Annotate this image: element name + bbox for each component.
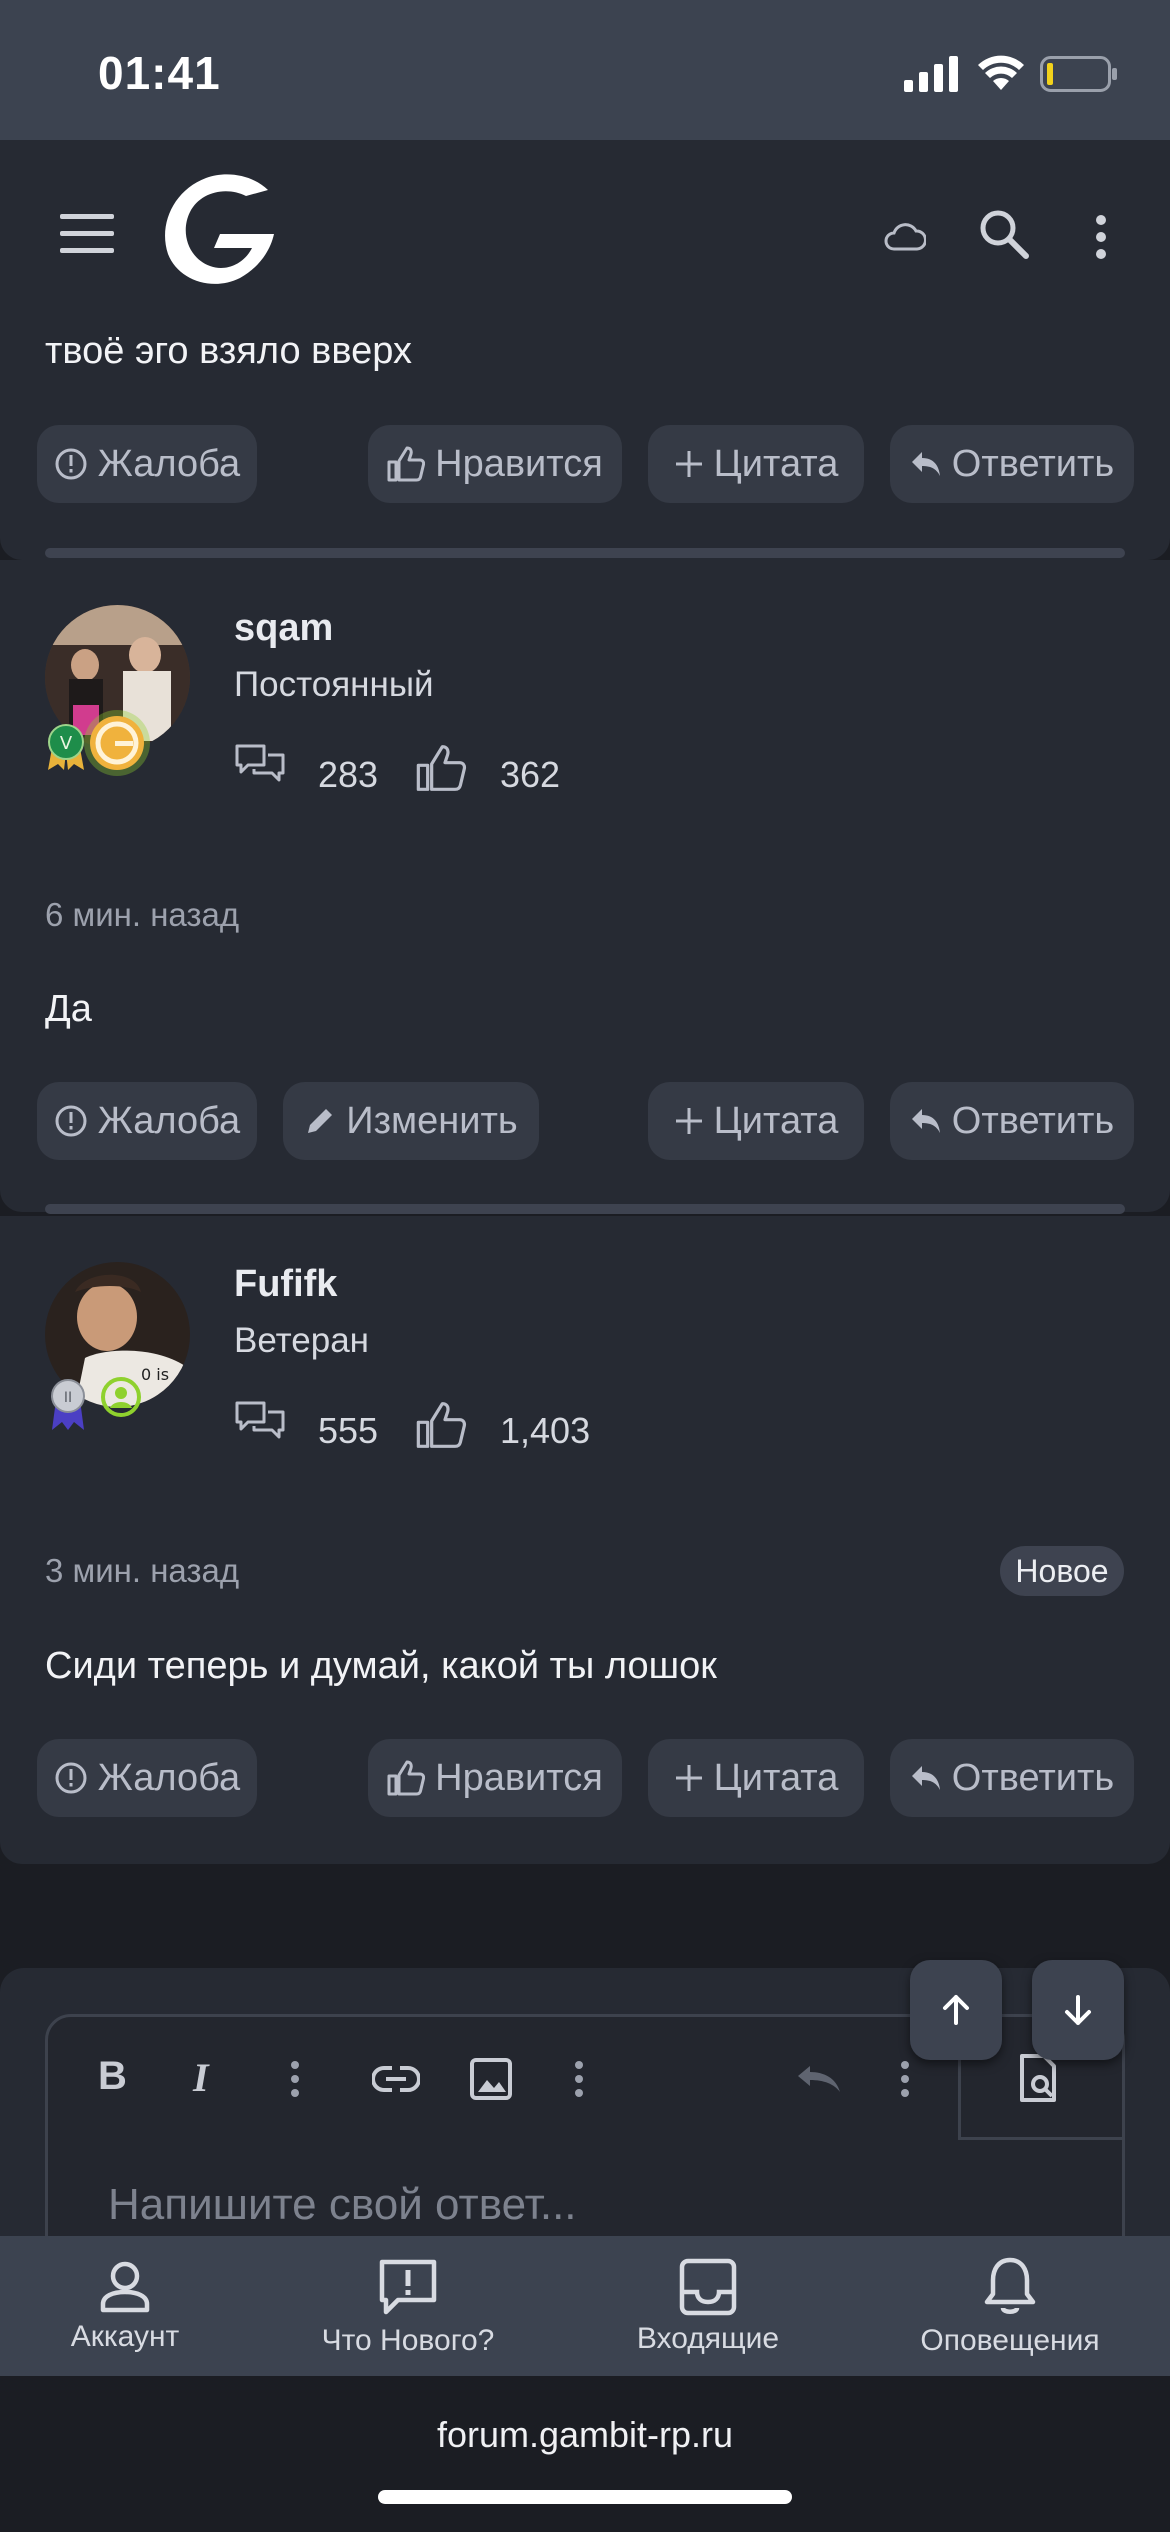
italic-icon[interactable]: I [193, 2054, 209, 2101]
like-label: Нравится [435, 442, 603, 485]
edit-button[interactable]: Изменить [283, 1082, 539, 1160]
quote-label: Цитата [713, 442, 839, 485]
scroll-up-button[interactable] [910, 1960, 1002, 2060]
reply-button[interactable]: Ответить [890, 1082, 1134, 1160]
reactions-icon [416, 745, 467, 791]
scroll-down-button[interactable] [1032, 1960, 1124, 2060]
plus-icon [675, 1108, 702, 1134]
report-button[interactable]: Жалоба [37, 1082, 257, 1160]
edit-label: Изменить [346, 1099, 518, 1142]
messages-count: 555 [318, 1410, 379, 1451]
thumbs-up-icon [387, 1760, 426, 1796]
arrow-up-icon [943, 1995, 969, 2025]
quote-button[interactable]: Цитата [648, 1082, 864, 1160]
report-label: Жалоба [97, 1099, 241, 1142]
gambit-badge-icon [84, 710, 150, 776]
plus-icon [675, 451, 702, 477]
reply-icon [911, 452, 940, 476]
quote-label: Цитата [713, 1756, 839, 1799]
nav-account-label: Аккаунт [70, 2320, 180, 2353]
reply-label: Ответить [951, 1099, 1115, 1142]
inbox-icon [679, 2258, 737, 2316]
signal-icon [904, 56, 958, 92]
whats-new-icon [379, 2259, 437, 2315]
reply-label: Ответить [951, 1756, 1115, 1799]
nav-account[interactable]: Аккаунт [45, 2236, 205, 2376]
reactions-icon [416, 1402, 467, 1448]
nav-inbox[interactable]: Входящие [618, 2236, 798, 2376]
svg-text:0 is: 0 is [141, 1365, 169, 1384]
like-label: Нравится [435, 1756, 603, 1799]
post-text: Да [45, 988, 92, 1030]
quote-button[interactable]: Цитата [648, 1739, 864, 1817]
report-label: Жалоба [97, 442, 241, 485]
reply-icon [911, 1766, 940, 1790]
user-rank: Постоянный [234, 665, 434, 704]
more-vertical-icon[interactable] [1094, 214, 1108, 260]
post-time[interactable]: 3 мин. назад [45, 1552, 239, 1590]
more-icon[interactable] [900, 2060, 910, 2098]
new-badge: Новое [1000, 1546, 1124, 1596]
username[interactable]: Fufifk [234, 1263, 337, 1306]
svg-text:V: V [60, 733, 73, 754]
report-button[interactable]: Жалоба [37, 1739, 257, 1817]
more-icon[interactable] [290, 2060, 300, 2098]
award-ribbon-icon: II [51, 1379, 85, 1430]
preview-icon[interactable] [1018, 2054, 1066, 2104]
image-icon[interactable] [470, 2058, 512, 2100]
reactions-count: 362 [500, 754, 561, 795]
report-button[interactable]: Жалоба [37, 425, 257, 503]
reply-input-placeholder[interactable]: Напишите свой ответ... [108, 2180, 577, 2230]
undo-icon[interactable] [794, 2064, 844, 2094]
url-text[interactable]: forum.gambit-rp.ru [0, 2414, 1170, 2456]
quote-label: Цитата [713, 1099, 839, 1142]
nav-whats-new[interactable]: Что Нового? [308, 2236, 508, 2376]
alert-circle-icon [55, 1762, 87, 1794]
link-icon[interactable] [372, 2064, 420, 2094]
messages-icon [235, 1401, 285, 1439]
reactions-count: 1,403 [500, 1410, 591, 1451]
post-text: Сиди теперь и думай, какой ты лошок [45, 1645, 717, 1687]
messages-icon [235, 744, 285, 782]
battery-icon [1040, 56, 1117, 92]
post-text: твоё эго взяло вверх [45, 330, 412, 372]
alert-circle-icon [55, 448, 87, 480]
status-time: 01:41 [98, 47, 221, 99]
post-divider [45, 1204, 1125, 1214]
username[interactable]: sqam [234, 607, 333, 650]
report-label: Жалоба [97, 1756, 241, 1799]
account-icon [100, 2261, 150, 2313]
menu-icon[interactable] [60, 212, 114, 256]
svg-text:II: II [64, 1390, 72, 1406]
gambit-logo[interactable] [156, 172, 280, 288]
nav-notifications[interactable]: Оповещения [900, 2236, 1120, 2376]
alert-circle-icon [55, 1105, 87, 1137]
thumbs-up-icon [387, 446, 426, 482]
bell-icon [984, 2257, 1036, 2314]
user-rank: Ветеран [234, 1321, 370, 1360]
reply-label: Ответить [951, 442, 1115, 485]
messages-count: 283 [318, 754, 379, 795]
nav-whats-new-label: Что Нового? [321, 2324, 495, 2357]
nav-notifications-label: Оповещения [920, 2324, 1100, 2357]
arrow-down-icon [1065, 1995, 1091, 2025]
search-icon[interactable] [978, 208, 1030, 260]
post-time[interactable]: 6 мин. назад [45, 896, 239, 934]
post-divider [45, 548, 1125, 558]
pencil-icon [308, 1109, 333, 1133]
wifi-icon [978, 55, 1024, 90]
reply-icon [911, 1109, 940, 1133]
more-icon[interactable] [574, 2060, 584, 2098]
like-button[interactable]: Нравится [368, 1739, 622, 1817]
reply-button[interactable]: Ответить [890, 1739, 1134, 1817]
like-button[interactable]: Нравится [368, 425, 622, 503]
member-badge-icon [101, 1377, 141, 1417]
reply-button[interactable]: Ответить [890, 425, 1134, 503]
bold-icon[interactable]: B [98, 2054, 127, 2099]
nav-inbox-label: Входящие [636, 2322, 780, 2355]
quote-button[interactable]: Цитата [648, 425, 864, 503]
home-indicator[interactable] [378, 2490, 792, 2504]
plus-icon [675, 1765, 702, 1791]
cloud-icon[interactable] [884, 222, 926, 252]
